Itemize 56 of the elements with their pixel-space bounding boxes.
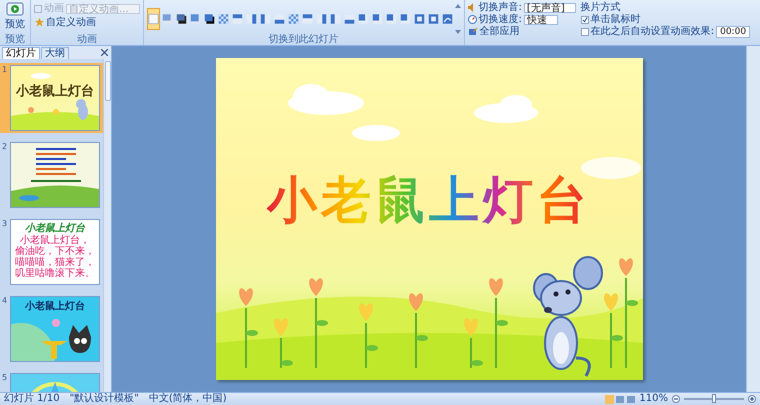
zoom-out-icon[interactable]: [672, 395, 680, 403]
slide-number: 4: [2, 296, 8, 307]
scrollbar[interactable]: [746, 46, 760, 392]
slide-thumbnail-row[interactable]: 3 小老鼠上灯台 小老鼠上灯台， 偷油吃，下不来， 喵喵喵，猫来了， 叽里咕噜滚下来。: [0, 217, 103, 287]
thumbnail-title: 小老鼠上灯台: [16, 83, 94, 100]
slide-thumbnail-row[interactable]: 5: [0, 371, 103, 392]
speed-select[interactable]: 快速: [524, 14, 558, 24]
zoom-percent: 110%: [639, 393, 668, 405]
checkbox[interactable]: [580, 28, 589, 36]
slide-count: 幻灯片 1/10: [4, 393, 60, 405]
checkbox-label: 在此之后自动设置动画效果:: [590, 26, 714, 37]
slide-number: 1: [2, 65, 8, 76]
preview-button[interactable]: 预览: [3, 1, 27, 34]
scroll-up-icon[interactable]: [454, 4, 461, 8]
close-icon[interactable]: [101, 49, 108, 56]
checkbox-label: 单击鼠标时: [590, 14, 641, 25]
slide-number: 5: [2, 373, 8, 384]
group-label: 预览: [4, 34, 26, 45]
slide-thumbnail[interactable]: 小老鼠上灯台: [10, 65, 100, 131]
language: 中文(简体，中国): [148, 393, 227, 405]
star-icon: [35, 18, 44, 27]
animation-label: 动画: [44, 3, 64, 14]
apply-icon: [468, 27, 478, 36]
group-label: 动画: [76, 34, 98, 45]
thumbnail-text: 偷油吃，下不来，: [15, 246, 95, 257]
zoom-thumb[interactable]: [712, 394, 716, 403]
sound-select[interactable]: [无声音]: [524, 2, 576, 12]
thumbnail-title: 小老鼠上灯台: [25, 300, 85, 313]
group-label: 切换到此幻灯片: [268, 34, 340, 45]
thumbnail-text: 小老鼠上灯台，: [20, 235, 90, 246]
panel-tab[interactable]: 大纲: [41, 47, 69, 59]
slide-thumbnail-row[interactable]: 4 小老鼠上灯台: [0, 294, 103, 364]
slide-thumbnail-row[interactable]: 1 小老鼠上灯台: [0, 63, 103, 133]
view-icon[interactable]: [605, 394, 636, 404]
speed-label: 切换速度:: [478, 14, 522, 25]
panel-tab[interactable]: 幻灯片: [2, 47, 40, 59]
speed-icon: [468, 15, 477, 24]
checkbox[interactable]: [580, 16, 589, 24]
thumbnail-title: 小老鼠上灯台: [25, 222, 85, 234]
zoom-in-icon[interactable]: [748, 395, 756, 403]
slide-number: 3: [2, 219, 8, 230]
transition-thumbnail[interactable]: [146, 8, 160, 30]
time-field[interactable]: 00:00: [716, 26, 750, 38]
sound-label: 切换声音:: [478, 2, 522, 13]
thumbnail-text: 叽里咕噜滚下来。: [15, 268, 95, 279]
slide-thumbnail[interactable]: 小老鼠上灯台: [10, 296, 100, 362]
slide-number: 2: [2, 142, 8, 153]
more-icon[interactable]: [454, 30, 461, 34]
apply-all-button[interactable]: 全部应用: [468, 26, 576, 37]
thumbnail-text: 喵喵喵，猫来了，: [15, 257, 95, 268]
animation-icon: [34, 4, 42, 12]
scrollbar-thumb[interactable]: [104, 61, 110, 101]
advance-heading: 换片方式: [580, 2, 622, 13]
theme-name: "默认设计模板": [70, 393, 139, 405]
slide-thumbnail[interactable]: 小老鼠上灯台 小老鼠上灯台， 偷油吃，下不来， 喵喵喵，猫来了， 叽里咕噜滚下来。: [10, 219, 100, 285]
slide-thumbnail-row[interactable]: 2: [0, 140, 103, 210]
